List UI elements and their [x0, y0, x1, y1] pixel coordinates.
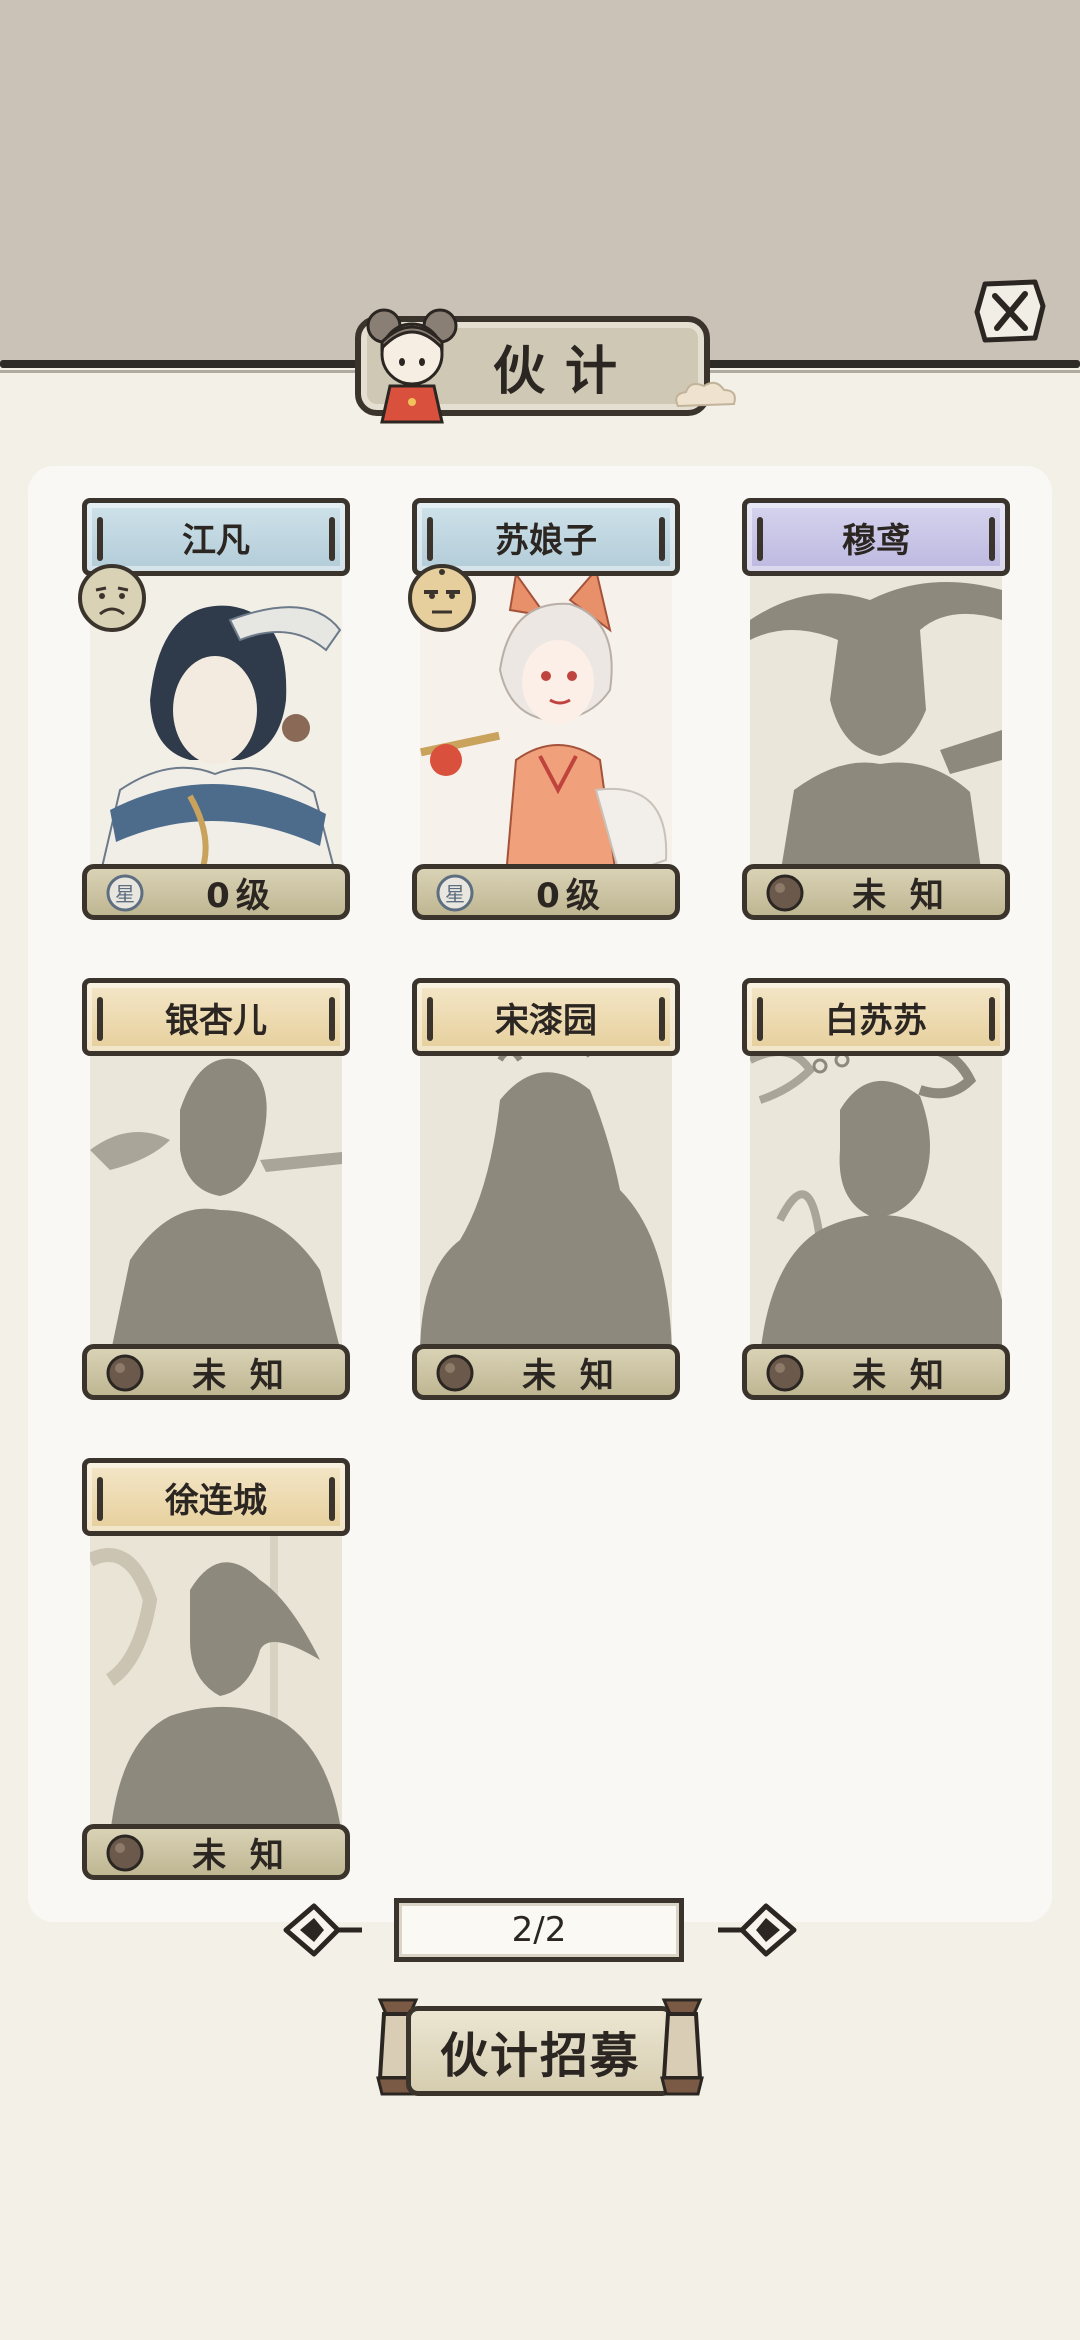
companion-name-plate: 宋漆园 [412, 978, 680, 1056]
companion-status-bar: 未 知 [742, 864, 1010, 920]
companion-name: 苏娘子 [495, 520, 597, 561]
companion-level-bar: 星 0级 [82, 864, 350, 920]
companion-status: 未 知 [192, 1355, 290, 1396]
companion-silhouette [90, 1040, 342, 1356]
companion-status-bar: 未 知 [82, 1824, 350, 1880]
unknown-orb-icon [766, 1354, 804, 1392]
unknown-orb-icon [106, 1834, 144, 1872]
companion-card-xuliancheng[interactable]: 徐连城 未 知 [82, 1458, 350, 1894]
page-indicator: 2/2 [394, 1898, 684, 1962]
recruit-button[interactable]: 伙计招募 [370, 1990, 710, 2106]
companion-silhouette [750, 560, 1002, 876]
svg-text:星: 星 [445, 882, 465, 906]
locked-silhouette-icon [90, 1520, 342, 1836]
close-button[interactable] [970, 276, 1050, 346]
companion-level-bar: 星 0级 [412, 864, 680, 920]
locked-silhouette-icon [420, 1040, 672, 1356]
companion-level: 0级 [206, 875, 276, 916]
unknown-orb-icon [436, 1354, 474, 1392]
neutral-face-icon [408, 564, 476, 632]
companion-status-bar: 未 知 [412, 1344, 680, 1400]
next-page-icon [718, 1903, 797, 1957]
close-icon [974, 279, 1046, 343]
companion-name: 徐连城 [165, 1480, 267, 1521]
companion-silhouette [420, 1040, 672, 1356]
companion-name-plate: 白苏苏 [742, 978, 1010, 1056]
star-badge-icon: 星 [436, 874, 474, 912]
companion-card-suniangzi[interactable]: 苏娘子 星 0级 [408, 498, 680, 934]
lantern-icon [660, 1998, 704, 2096]
companion-status: 未 知 [192, 1835, 290, 1876]
companion-name-plate: 徐连城 [82, 1458, 350, 1536]
page-indicator-text: 2/2 [511, 1910, 567, 1950]
top-background [0, 0, 1080, 366]
unknown-orb-icon [766, 874, 804, 912]
companion-card-baisusu[interactable]: 白苏苏 未 知 [742, 978, 1010, 1414]
page-title: 伙计 [492, 340, 637, 402]
locked-silhouette-icon [750, 560, 1002, 876]
companion-silhouette [750, 1040, 1002, 1356]
companion-card-songqiyuan[interactable]: 宋漆园 未 知 [412, 978, 680, 1414]
cloud-ornament-icon [675, 381, 736, 408]
locked-silhouette-icon [750, 1040, 1002, 1356]
companion-card-jiangfan[interactable]: 江凡 星 0级 [78, 498, 350, 934]
companion-level: 0级 [536, 875, 606, 916]
companion-name-plate: 银杏儿 [82, 978, 350, 1056]
companion-silhouette [90, 1520, 342, 1836]
companion-name: 穆鸢 [842, 520, 910, 561]
companion-panel: 江凡 星 0级 苏娘子 星 0级 穆鸢 未 知 银杏儿 未 知 宋漆园 未 知 … [28, 466, 1052, 1922]
svg-text:星: 星 [115, 882, 135, 906]
prev-page-button[interactable] [280, 1898, 364, 1962]
companion-card-yinxinger[interactable]: 银杏儿 未 知 [82, 978, 350, 1414]
recruit-button-label: 伙计招募 [439, 2028, 640, 2084]
unknown-orb-icon [106, 1354, 144, 1392]
companion-name: 江凡 [182, 520, 250, 561]
companion-status: 未 知 [852, 875, 950, 916]
prev-page-icon [283, 1903, 362, 1957]
companion-name: 宋漆园 [495, 1000, 597, 1041]
companion-card-muyuan[interactable]: 穆鸢 未 知 [742, 498, 1010, 934]
companion-name-plate: 穆鸢 [742, 498, 1010, 576]
companion-name: 白苏苏 [825, 1000, 927, 1041]
companion-name: 银杏儿 [165, 1000, 267, 1041]
companion-status: 未 知 [852, 1355, 950, 1396]
star-badge-icon: 星 [106, 874, 144, 912]
companion-status-bar: 未 知 [742, 1344, 1010, 1400]
locked-silhouette-icon [90, 1040, 342, 1356]
sad-face-icon [78, 564, 146, 632]
companion-status: 未 知 [522, 1355, 620, 1396]
next-page-button[interactable] [716, 1898, 800, 1962]
companion-status-bar: 未 知 [82, 1344, 350, 1400]
